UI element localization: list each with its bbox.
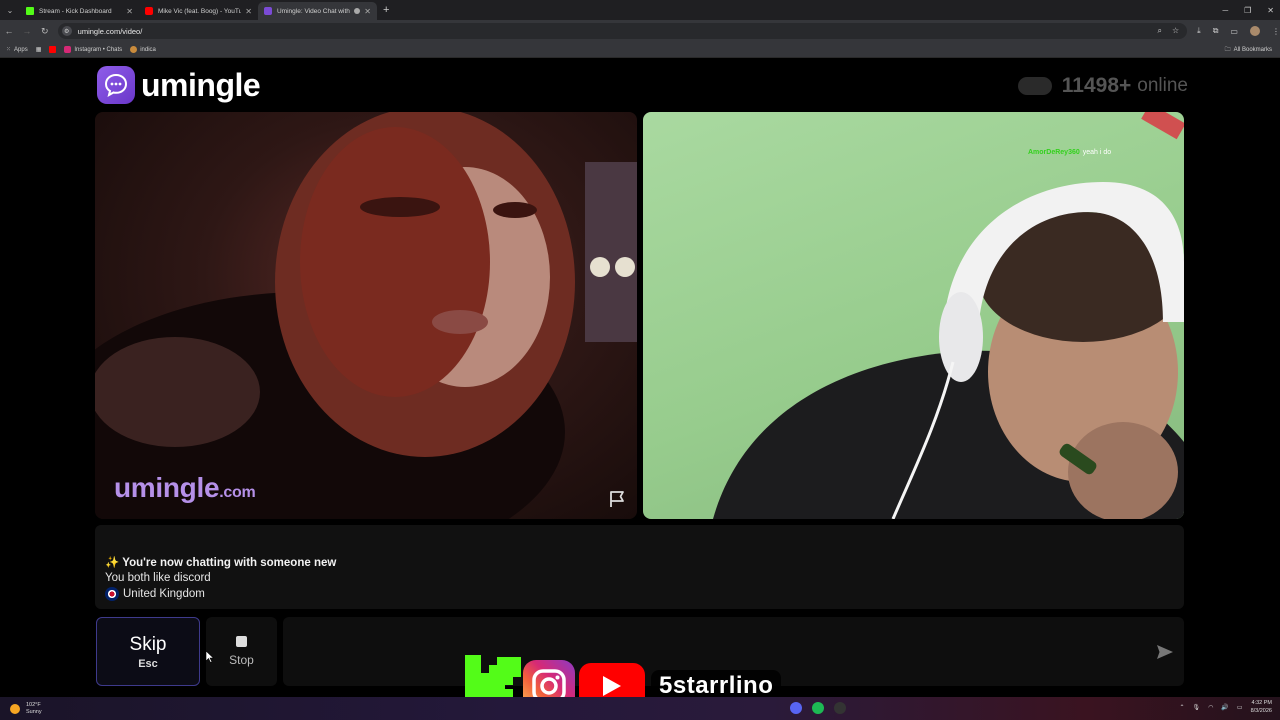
bookmark-youtube[interactable] [49,46,57,53]
windows-taskbar: 102°F Sunny ⌃ 🎙 ◠ 🔊 ▭ 4:32 PM 8/3/2026 [0,697,1280,720]
site-info-icon[interactable]: ⚙ [61,26,72,36]
folder-icon: 🗀 [1224,46,1231,53]
reload-icon[interactable]: ↻ [36,26,54,37]
tab-kick-dashboard[interactable]: Stream - Kick Dashboard ✕ [20,2,139,20]
chevron-up-icon[interactable]: ⌃ [1180,704,1185,711]
url-text: umingle.com/video/ [77,26,143,36]
umingle-page: umingle 11498+ online umingle.com AmorDe… [0,59,1280,697]
kick-icon [26,7,34,15]
youtube-icon [145,7,153,15]
menu-kebab-icon[interactable]: ⋮ [1272,27,1280,36]
cast-icon[interactable]: ▭ [1230,27,1238,36]
temperature: 102°F [26,701,41,708]
url-field[interactable]: ⚙ umingle.com/video/ ⌕ ☆ [57,23,1188,39]
clock-date: 8/3/2026 [1250,708,1272,714]
grid-icon: ▦ [35,47,42,53]
app-icon[interactable] [834,702,846,714]
tab-label: Stream - Kick Dashboard [39,7,112,15]
browser-tab-bar: ⌄ Stream - Kick Dashboard ✕ Mike Vic (fe… [0,0,1280,20]
online-indicator: 11498+ online [1017,74,1188,98]
stranger-video-frame [95,112,637,519]
tab-label: Mike Vic (feat. Boog) - YouTube [158,7,242,15]
system-message-country: United Kingdom [105,587,205,601]
discord-icon[interactable] [790,702,802,714]
skip-label: Skip [129,633,167,655]
bookmark-apps[interactable]: ⁙ Apps [6,46,28,54]
close-icon[interactable]: ✕ [126,7,133,16]
self-video-frame [713,112,1184,519]
spotify-icon[interactable] [812,702,824,714]
extensions-icon[interactable]: ⧉ [1213,26,1219,36]
bookmark-star-icon[interactable]: ☆ [1172,26,1179,36]
clock[interactable]: 4:32 PM 8/3/2026 [1251,699,1272,715]
instagram-icon [64,46,72,53]
restore-icon[interactable]: ❐ [1244,6,1251,15]
new-tab-button[interactable]: + [383,4,389,16]
download-icon[interactable]: ⤓ [1197,26,1201,36]
zoom-icon[interactable]: ⌕ [1158,26,1162,36]
chat-bubble-icon [97,66,135,104]
bookmark-instagram[interactable]: Instagram • Chats [64,46,122,53]
apps-grid-icon: ⁙ [6,47,12,53]
skip-shortcut: Esc [138,657,158,670]
tab-youtube[interactable]: Mike Vic (feat. Boog) - YouTube ✕ [139,2,258,20]
leaf-icon [130,46,138,53]
weather-widget[interactable]: 102°F Sunny [10,702,42,716]
close-window-icon[interactable]: ✕ [1267,6,1274,15]
taskbar-apps [790,702,846,714]
bookmark-indica[interactable]: indica [130,46,156,53]
battery-icon[interactable]: ▭ [1237,704,1243,711]
clock-time: 4:32 PM [1251,700,1272,706]
minimize-icon[interactable]: ─ [1222,6,1228,15]
youtube-icon [49,46,57,53]
online-toggle[interactable] [1017,77,1052,95]
umingle-watermark: umingle.com [114,472,256,503]
weather-condition: Sunny [26,708,42,715]
sun-icon [10,703,20,714]
tab-search-icon[interactable]: ⌄ [0,0,20,20]
system-message-new-chat: ✨ You're now chatting with someone new [105,557,337,569]
volume-icon[interactable]: 🔊 [1221,704,1228,711]
tab-umingle[interactable]: Umingle: Video Chat with S ✕ [258,2,377,20]
tab-label: Umingle: Video Chat with S [277,7,352,15]
address-bar-row: ← → ↻ ⚙ umingle.com/video/ ⌕ ☆ ⤓ ⧉ ▭ ⋮ [0,20,1280,42]
forward-icon[interactable]: → [18,26,36,36]
profile-avatar[interactable] [1249,26,1260,36]
wifi-icon[interactable]: ◠ [1208,704,1213,711]
send-icon[interactable] [1155,643,1175,661]
stream-chat-message: AmorDeRey360 yeah i do [1028,149,1111,156]
close-icon[interactable]: ✕ [364,7,371,16]
mouse-cursor-icon [205,650,215,663]
online-count: 11498+ [1061,74,1132,97]
stranger-video: umingle.com [95,112,637,519]
close-icon[interactable]: ✕ [245,7,252,16]
microphone-icon[interactable]: 🎙 [1193,704,1201,711]
recording-indicator-icon [354,8,361,14]
window-controls: ─ ❐ ✕ [1222,0,1274,20]
bookmarks-bar: ⁙ Apps ▦ Instagram • Chats indica 🗀 All … [0,42,1280,58]
bookmark-grid[interactable]: ▦ [36,46,42,53]
back-icon[interactable]: ← [0,26,18,36]
system-tray: ⌃ 🎙 ◠ 🔊 ▭ 4:32 PM 8/3/2026 [1180,699,1272,715]
chat-log: ✨ You're now chatting with someone new Y… [95,525,1184,609]
self-video: AmorDeRey360 yeah i do [643,112,1184,519]
online-label: online [1137,75,1188,96]
system-message-common-interest: You both like discord [105,572,211,584]
all-bookmarks[interactable]: 🗀 All Bookmarks [1225,45,1272,55]
chat-message-text: yeah i do [1082,149,1112,156]
skip-button[interactable]: Skip Esc [96,617,200,686]
logo-text: umingle [141,66,261,103]
uk-flag-icon [105,587,119,601]
report-flag-icon[interactable] [607,489,627,509]
stop-button[interactable]: Stop [206,617,277,686]
umingle-icon [264,7,272,15]
stop-label: Stop [229,653,254,667]
chat-username: AmorDeRey360 [1028,149,1080,156]
stop-icon [236,636,247,647]
site-logo[interactable]: umingle [97,66,261,104]
